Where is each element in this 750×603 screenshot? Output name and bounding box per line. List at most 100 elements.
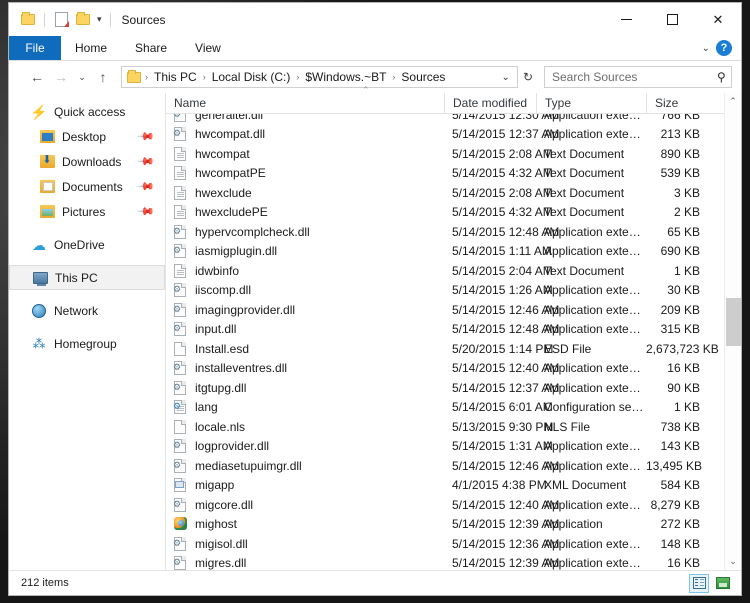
table-row[interactable]: ⚙ iasmigplugin.dll 5/14/2015 1:11 AM Applic…	[166, 242, 741, 262]
minimize-button[interactable]	[603, 3, 649, 36]
pin-icon[interactable]: 📌	[137, 177, 156, 196]
file-size-cell: 16 KB	[667, 556, 700, 570]
table-row[interactable]: hwexclude 5/14/2015 2:08 AM Text Document 3…	[166, 183, 741, 203]
pin-icon[interactable]: 📌	[137, 202, 156, 221]
file-name-cell: ⚙ hwcompat.dll	[166, 126, 444, 142]
column-header-type[interactable]: Type	[536, 92, 646, 114]
table-row[interactable]: ⚙ input.dll 5/14/2015 12:48 AM Application …	[166, 320, 741, 340]
file-size-cell: 13,495 KB	[646, 458, 703, 473]
table-row[interactable]: hwcompat 5/14/2015 2:08 AM Text Document 89…	[166, 144, 741, 164]
file-name-label: itgtupg.dll	[195, 380, 247, 395]
dll-icon: ⚙	[173, 555, 188, 570]
column-header-date-modified[interactable]: Date modified	[444, 92, 536, 114]
breadcrumb-item-local-disk[interactable]: Local Disk (C:)	[208, 70, 295, 84]
pin-icon[interactable]: 📌	[137, 152, 156, 171]
table-row[interactable]: ⚙ installeventres.dll 5/14/2015 12:40 AM Ap…	[166, 359, 741, 379]
breadcrumb-separator-2[interactable]: ›	[294, 72, 301, 82]
recent-locations-button[interactable]: ⌄	[73, 65, 91, 89]
scroll-up-arrow-icon[interactable]: ⌃	[725, 93, 742, 110]
table-row[interactable]: migapp 4/1/2015 4:38 PM XML Document 584 KB	[166, 476, 741, 496]
table-row[interactable]: ⚙ lang 5/14/2015 6:01 AM Configuration sett…	[166, 398, 741, 418]
table-row[interactable]: ⚙ mediasetupuimgr.dll 5/14/2015 12:46 AM Ap…	[166, 456, 741, 476]
breadcrumb-item-windows-bt[interactable]: $Windows.~BT	[301, 70, 390, 84]
table-row[interactable]: Install.esd 5/20/2015 1:14 PM ESD File 2,67…	[166, 339, 741, 359]
sidebar-item-downloads[interactable]: Downloads 📌	[9, 149, 165, 174]
sidebar-item-this-pc[interactable]: This PC	[9, 265, 165, 290]
sidebar-item-onedrive[interactable]: ☁ OneDrive	[9, 232, 165, 257]
file-name-cell: ⚙ generaltel.dll	[166, 114, 444, 123]
table-row[interactable]: hwcompatPE 5/14/2015 4:32 AM Text Document…	[166, 164, 741, 184]
tab-file[interactable]: File	[9, 36, 61, 60]
pin-icon[interactable]: 📌	[137, 127, 156, 146]
toolbar-divider	[44, 12, 45, 27]
large-icons-view-button[interactable]	[713, 574, 733, 593]
sidebar-item-homegroup[interactable]: ⁂ Homegroup	[9, 331, 165, 356]
file-type-cell: Text Document	[544, 166, 625, 181]
tab-share[interactable]: Share	[121, 36, 181, 60]
file-type-cell: Text Document	[544, 185, 625, 200]
tab-home[interactable]: Home	[61, 36, 121, 60]
table-row[interactable]: ⚙ generaltel.dll 5/14/2015 12:30 AMApplica…	[166, 114, 741, 125]
expand-ribbon-chevron-icon[interactable]: ⌄	[702, 43, 710, 54]
tab-view[interactable]: View	[181, 36, 235, 60]
customize-chevron-icon[interactable]: ▾	[94, 15, 105, 24]
address-dropdown-icon[interactable]: ⌄	[497, 72, 515, 83]
column-header-name[interactable]: Name ⌃	[166, 85, 444, 114]
breadcrumb-item-this-pc[interactable]: This PC	[150, 70, 201, 84]
scrollbar-thumb[interactable]	[725, 298, 741, 346]
new-folder-icon[interactable]	[72, 9, 94, 31]
breadcrumb-item-sources[interactable]: Sources	[397, 70, 449, 84]
table-row[interactable]: ⚙ hypervcomplcheck.dll 5/14/2015 12:48 AM A…	[166, 222, 741, 242]
table-row[interactable]: locale.nls 5/13/2015 9:30 PM NLS File 738 K…	[166, 417, 741, 437]
breadcrumb-separator-3[interactable]: ›	[390, 72, 397, 82]
table-row[interactable]: ⚙ imagingprovider.dll 5/14/2015 12:46 AM Ap…	[166, 300, 741, 320]
maximize-button[interactable]	[649, 3, 695, 36]
close-icon: ✕	[712, 12, 724, 27]
dll-icon: ⚙	[173, 458, 188, 474]
table-row[interactable]: ⚙ itgtupg.dll 5/14/2015 12:37 AM Applicatio…	[166, 378, 741, 398]
file-name-cell: migapp	[166, 477, 444, 493]
sidebar-item-quick-access[interactable]: ⚡ Quick access	[9, 99, 165, 124]
file-date-cell: 5/14/2015 12:46 AM	[452, 302, 560, 317]
file-date-cell: 5/14/2015 12:39 AM	[452, 556, 560, 570]
table-row[interactable]: ⚙ migisol.dll 5/14/2015 12:36 AM Applicatio…	[166, 534, 741, 554]
refresh-icon[interactable]: ↻	[518, 70, 538, 84]
column-header-size[interactable]: Size	[646, 92, 708, 114]
file-date-cell: 5/20/2015 1:14 PM	[452, 341, 554, 356]
scroll-down-arrow-icon[interactable]: ⌄	[725, 553, 742, 570]
sidebar-item-documents[interactable]: Documents 📌	[9, 174, 165, 199]
folder-icon[interactable]	[17, 9, 39, 31]
vertical-scrollbar[interactable]: ⌃ ⌄	[724, 93, 741, 570]
table-row[interactable]: ⚙ migres.dll 5/14/2015 12:39 AM Application…	[166, 554, 741, 570]
help-icon[interactable]: ?	[716, 40, 732, 56]
file-type-cell: Configuration sett...	[544, 400, 646, 415]
breadcrumb-separator-1[interactable]: ›	[201, 72, 208, 82]
up-button[interactable]: ↑	[91, 65, 115, 89]
properties-icon[interactable]	[50, 9, 72, 31]
table-row[interactable]: mighost 5/14/2015 12:39 AM Application 272 …	[166, 515, 741, 535]
table-row[interactable]: ⚙ iiscomp.dll 5/14/2015 1:26 AM Application…	[166, 281, 741, 301]
table-row[interactable]: idwbinfo 5/14/2015 2:04 AM Text Document 1 …	[166, 261, 741, 281]
sidebar-item-network[interactable]: Network	[9, 298, 165, 323]
table-row[interactable]: ⚙ migcore.dll 5/14/2015 12:40 AM Applicatio…	[166, 495, 741, 515]
file-name-label: hwcompat	[195, 146, 250, 161]
table-row[interactable]: ⚙ hwcompat.dll 5/14/2015 12:37 AM Applicati…	[166, 125, 741, 145]
sidebar-item-desktop[interactable]: Desktop 📌	[9, 124, 165, 149]
breadcrumb[interactable]: › This PC › Local Disk (C:) › $Windows.~…	[121, 66, 518, 88]
back-button[interactable]: ←	[25, 65, 49, 89]
forward-button[interactable]: →	[49, 65, 73, 89]
file-type-cell: Application extens...	[544, 283, 646, 298]
file-date-cell: 5/14/2015 6:01 AM	[452, 400, 553, 415]
dll-icon: ⚙	[173, 126, 188, 142]
table-row[interactable]: hwexcludePE 5/14/2015 4:32 AM Text Documen…	[166, 203, 741, 223]
file-name-cell: ⚙ lang	[166, 399, 444, 415]
table-row[interactable]: ⚙ logprovider.dll 5/14/2015 1:31 AM Applica…	[166, 437, 741, 457]
search-icon[interactable]: ⚲	[717, 70, 726, 84]
file-name-label: idwbinfo	[195, 263, 240, 278]
close-button[interactable]: ✕	[695, 3, 741, 36]
file-name-cell: ⚙ iiscomp.dll	[166, 282, 444, 298]
details-view-button[interactable]	[689, 573, 709, 593]
scrollbar-track[interactable]	[725, 110, 742, 553]
sidebar-item-pictures[interactable]: Pictures 📌	[9, 199, 165, 224]
search-input[interactable]: Search Sources ⚲	[544, 66, 732, 88]
